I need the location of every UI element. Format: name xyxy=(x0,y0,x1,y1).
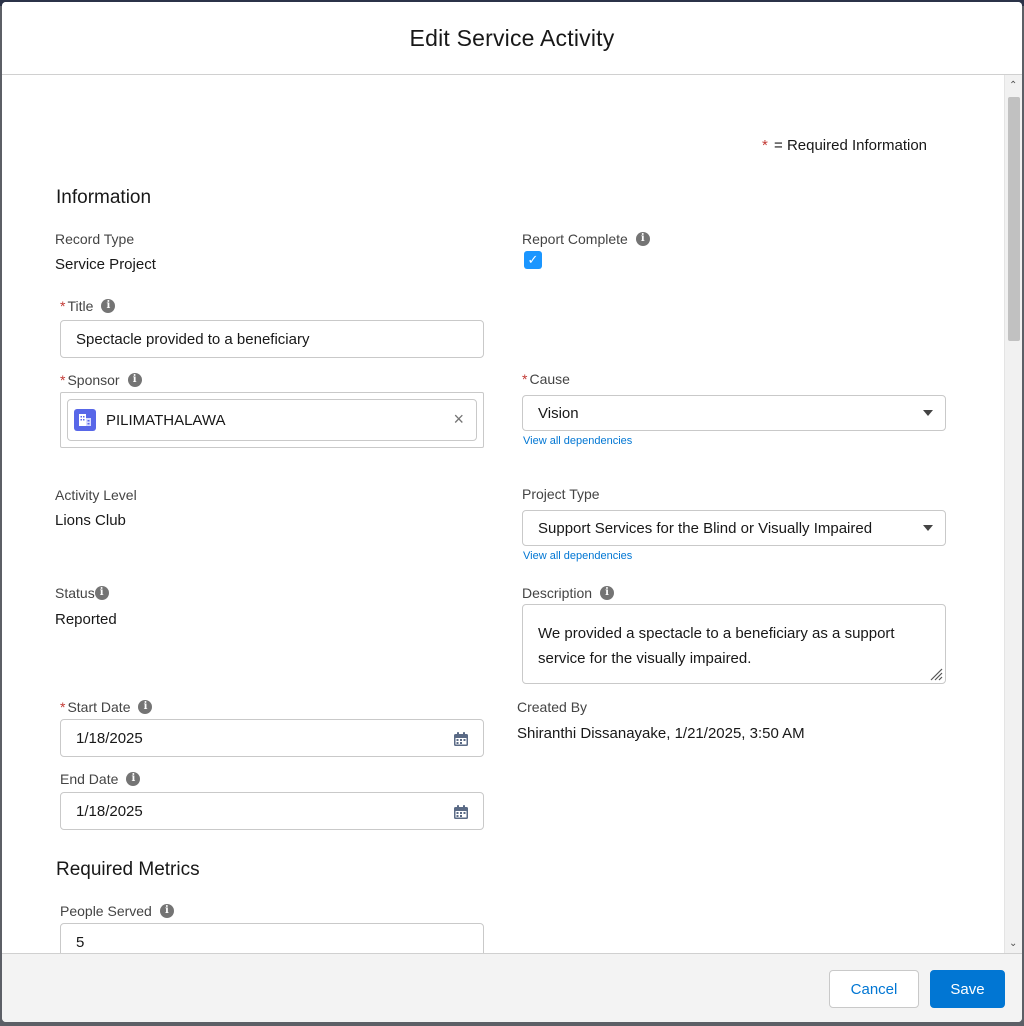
project-type-label: Project Type xyxy=(522,486,600,502)
report-complete-label: Report Complete i xyxy=(522,231,650,247)
record-type-value: Service Project xyxy=(55,256,156,273)
start-date-label: * Start Date i xyxy=(60,699,153,715)
modal-footer: Cancel Save xyxy=(2,953,1022,1022)
required-legend: * = Required Information xyxy=(762,137,927,154)
report-complete-label-text: Report Complete xyxy=(522,231,628,247)
calendar-icon[interactable] xyxy=(453,804,469,820)
info-icon[interactable]: i xyxy=(138,700,153,714)
section-title-required-metrics: Required Metrics xyxy=(56,859,200,880)
sponsor-label: * Sponsor i xyxy=(60,372,142,388)
save-button[interactable]: Save xyxy=(930,970,1005,1008)
start-date-input[interactable]: 1/18/2025 xyxy=(60,719,484,757)
calendar-icon[interactable] xyxy=(453,731,469,747)
section-title-information: Information xyxy=(56,187,152,208)
cause-label-text: Cause xyxy=(529,371,570,387)
people-served-label-text: People Served xyxy=(60,903,152,919)
end-date-label: End Date i xyxy=(60,771,141,787)
description-textarea[interactable]: We provided a spectacle to a beneficiary… xyxy=(522,604,946,684)
description-label-text: Description xyxy=(522,585,593,601)
title-label-text: Title xyxy=(67,298,94,314)
end-date-input[interactable]: 1/18/2025 xyxy=(60,792,484,830)
cause-view-dependencies-link[interactable]: View all dependencies xyxy=(523,435,632,447)
required-star: * xyxy=(522,371,528,387)
info-icon[interactable]: i xyxy=(600,586,615,600)
info-icon[interactable]: i xyxy=(127,373,142,387)
required-star: * xyxy=(60,372,66,388)
end-date-value: 1/18/2025 xyxy=(76,802,143,820)
cause-select[interactable]: Vision xyxy=(522,395,946,431)
modal-header: Edit Service Activity xyxy=(2,2,1022,75)
cause-label: * Cause xyxy=(522,371,570,387)
chevron-down-icon xyxy=(923,410,933,416)
report-complete-checkbox[interactable]: ✓ xyxy=(524,251,542,269)
modal-scrollbar[interactable]: ⌃ ⌄ xyxy=(1004,75,1022,953)
sponsor-selected-pill[interactable]: PILIMATHALAWA × xyxy=(67,399,477,441)
project-type-view-dependencies-link[interactable]: View all dependencies xyxy=(523,550,632,562)
status-value: Reported xyxy=(55,611,117,628)
title-input-value: Spectacle provided to a beneficiary xyxy=(76,330,310,348)
checkmark-icon: ✓ xyxy=(527,252,539,267)
sponsor-lookup[interactable]: PILIMATHALAWA × xyxy=(60,392,484,448)
cancel-button[interactable]: Cancel xyxy=(829,970,919,1008)
title-input[interactable]: Spectacle provided to a beneficiary xyxy=(60,320,484,358)
description-label: Description i xyxy=(522,585,615,601)
info-icon[interactable]: i xyxy=(126,772,141,786)
people-served-input[interactable]: 5 xyxy=(60,923,484,953)
activity-level-value: Lions Club xyxy=(55,512,126,529)
sponsor-label-text: Sponsor xyxy=(67,372,120,388)
scroll-thumb[interactable] xyxy=(1008,97,1020,341)
status-label: Status i xyxy=(55,585,109,601)
info-icon[interactable]: i xyxy=(635,232,650,246)
people-served-value: 5 xyxy=(76,933,85,951)
activity-level-label: Activity Level xyxy=(55,487,137,503)
start-date-label-text: Start Date xyxy=(67,699,131,715)
modal-title: Edit Service Activity xyxy=(409,24,615,51)
start-date-value: 1/18/2025 xyxy=(76,729,143,747)
edit-service-activity-modal: Edit Service Activity * = Required Infor… xyxy=(2,2,1022,1022)
close-icon[interactable]: × xyxy=(453,410,464,428)
project-type-select-value: Support Services for the Blind or Visual… xyxy=(538,519,873,537)
required-star: * xyxy=(60,298,66,314)
required-star: * xyxy=(762,137,768,154)
modal-body[interactable]: * = Required Information Information Rec… xyxy=(2,75,1004,953)
created-by-value: Shiranthi Dissanayake, 1/21/2025, 3:50 A… xyxy=(517,725,805,742)
title-label: * Title i xyxy=(60,298,116,314)
info-icon[interactable]: i xyxy=(159,904,174,918)
scroll-down-arrow-icon[interactable]: ⌄ xyxy=(1009,939,1017,949)
project-type-select[interactable]: Support Services for the Blind or Visual… xyxy=(522,510,946,546)
cause-select-value: Vision xyxy=(538,404,579,422)
info-icon[interactable]: i xyxy=(94,586,109,600)
created-by-label: Created By xyxy=(517,699,588,715)
end-date-label-text: End Date xyxy=(60,771,119,787)
people-served-label: People Served i xyxy=(60,903,174,919)
description-value: We provided a spectacle to a beneficiary… xyxy=(538,625,895,667)
info-icon[interactable]: i xyxy=(101,299,116,313)
required-star: * xyxy=(60,699,66,715)
scroll-up-arrow-icon[interactable]: ⌃ xyxy=(1009,81,1017,91)
required-legend-text: = Required Information xyxy=(774,137,928,154)
account-icon xyxy=(74,409,96,431)
chevron-down-icon xyxy=(923,525,933,531)
resize-handle-icon[interactable] xyxy=(929,667,943,681)
sponsor-value: PILIMATHALAWA xyxy=(106,411,226,429)
record-type-label: Record Type xyxy=(55,231,135,247)
status-label-text: Status xyxy=(55,585,95,601)
